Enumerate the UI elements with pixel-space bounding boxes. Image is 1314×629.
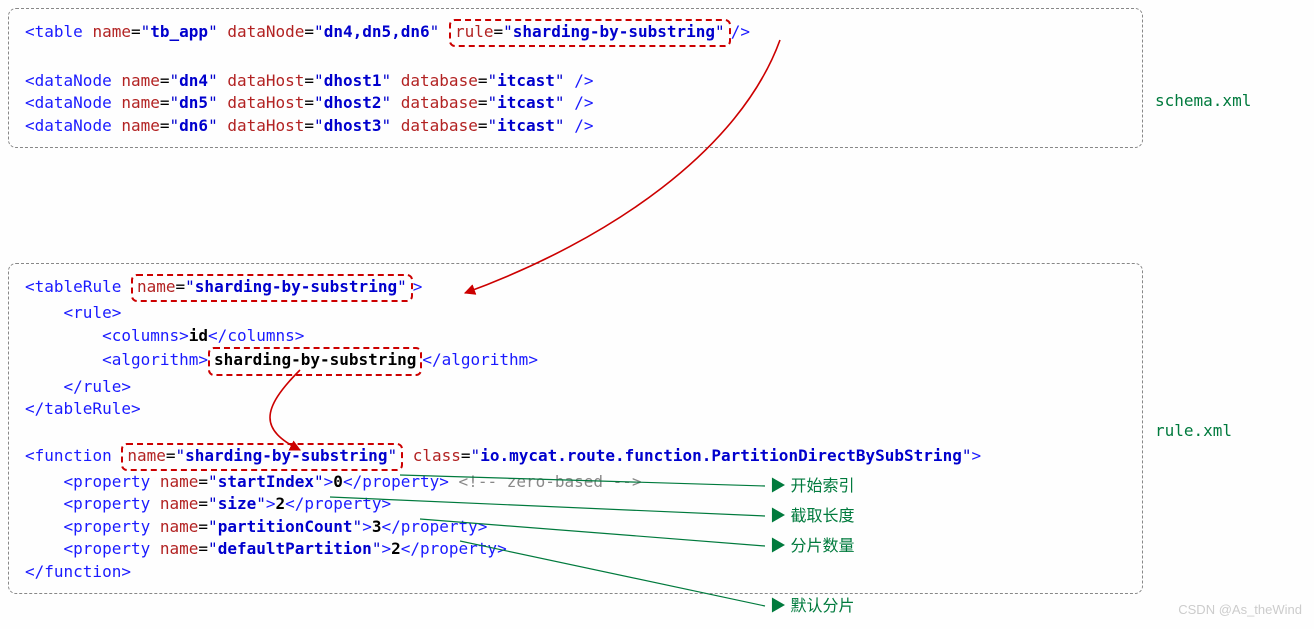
highlight-function-name: name="sharding-by-substring" <box>121 443 403 471</box>
code-line: <dataNode name="dn4" dataHost="dhost1" d… <box>25 70 1126 92</box>
code-line: </rule> <box>25 376 1126 398</box>
code-line: <table name="tb_app" dataNode="dn4,dn5,d… <box>25 19 1126 47</box>
attr-name: dataNode <box>227 22 304 41</box>
code-line: <tableRule name="sharding-by-substring"> <box>25 274 1126 302</box>
code-line: <property name="defaultPartition">2</pro… <box>25 538 1126 560</box>
code-line: <property name="startIndex">0</property>… <box>25 471 1126 493</box>
code-line: <property name="partitionCount">3</prope… <box>25 516 1126 538</box>
tag-name: table <box>35 22 83 41</box>
file-label-schema: schema.xml <box>1155 90 1251 112</box>
annot-partition-count: ▶ 分片数量 <box>770 536 854 558</box>
annot-start-index: ▶ 开始索引 <box>770 476 854 498</box>
watermark: CSDN @As_theWind <box>1178 601 1302 619</box>
code-line: <dataNode name="dn5" dataHost="dhost2" d… <box>25 92 1126 114</box>
file-label-rule: rule.xml <box>1155 420 1232 442</box>
code-line: </tableRule> <box>25 398 1126 420</box>
code-line: <algorithm>sharding-by-substring</algori… <box>25 347 1126 375</box>
attr-value: dn4,dn5,dn6 <box>324 22 430 41</box>
highlight-rule-attr: rule="sharding-by-substring" <box>449 19 731 47</box>
code-line: <property name="size">2</property> <box>25 493 1126 515</box>
code-line: <function name="sharding-by-substring" c… <box>25 443 1126 471</box>
attr-value: tb_app <box>150 22 208 41</box>
schema-xml-box: <table name="tb_app" dataNode="dn4,dn5,d… <box>8 8 1143 148</box>
rule-xml-box: <tableRule name="sharding-by-substring">… <box>8 263 1143 594</box>
highlight-algorithm: sharding-by-substring <box>208 347 422 375</box>
code-line: </function> <box>25 561 1126 583</box>
code-line: <rule> <box>25 302 1126 324</box>
code-line: <columns>id</columns> <box>25 325 1126 347</box>
code-line: <dataNode name="dn6" dataHost="dhost3" d… <box>25 115 1126 137</box>
annot-size: ▶ 截取长度 <box>770 506 854 528</box>
highlight-tablerule-name: name="sharding-by-substring" <box>131 274 413 302</box>
attr-name: name <box>92 22 131 41</box>
annot-default-partition: ▶ 默认分片 <box>770 596 854 618</box>
